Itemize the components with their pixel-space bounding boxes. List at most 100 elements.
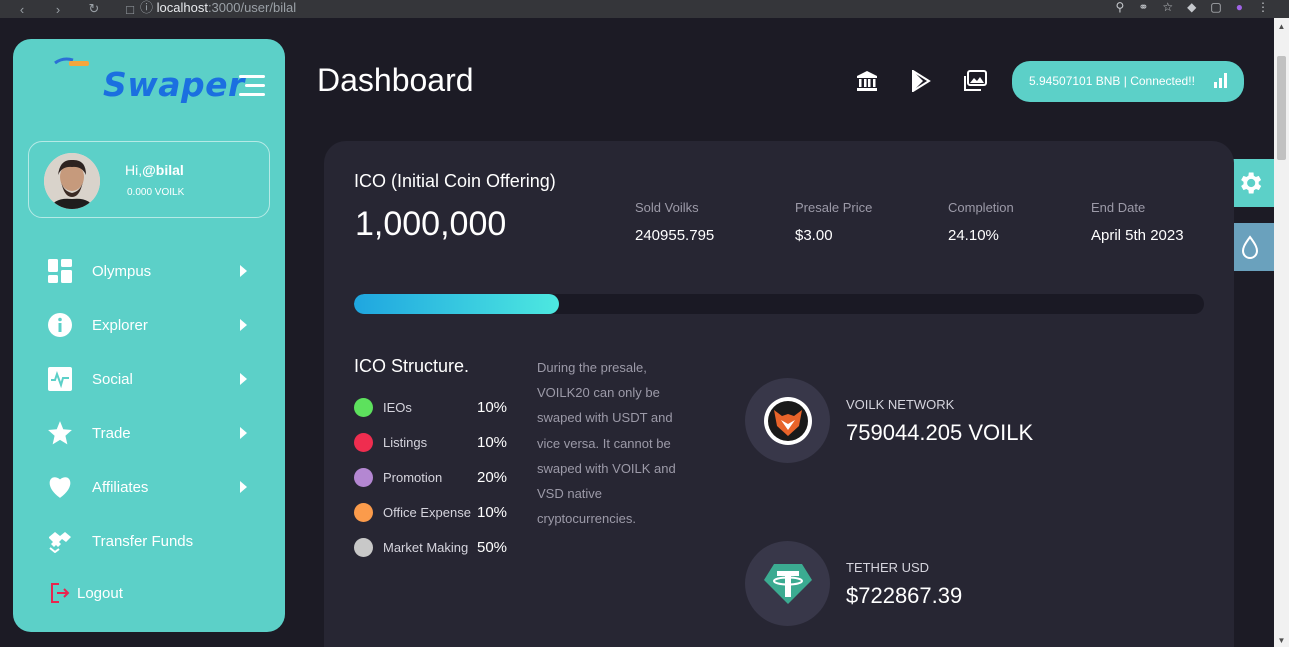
forward-arrow-icon[interactable]: ›	[44, 2, 72, 17]
handshake-icon	[47, 528, 73, 554]
legend-dot	[354, 433, 373, 452]
sidebar-item-olympus[interactable]: Olympus	[13, 244, 285, 298]
sidebar-item-explorer[interactable]: Explorer	[13, 298, 285, 352]
gear-icon	[1241, 172, 1262, 194]
legend-dot	[354, 468, 373, 487]
stat-sold-voilks: Sold Voilks 240955.795	[635, 200, 714, 244]
browser-extensions: ⚲ ⚭ ☆ ◆ ▢ ● ⋮	[1116, 0, 1269, 14]
back-arrow-icon[interactable]: ‹	[8, 2, 36, 17]
structure-name: Office Expense	[383, 505, 471, 520]
profile-icon[interactable]: ●	[1236, 0, 1243, 14]
structure-list: IEOs 10% Listings 10% Promotion 20% Offi…	[354, 398, 509, 573]
sidebar-item-affiliates[interactable]: Affiliates	[13, 460, 285, 514]
stat-label: Completion	[948, 200, 1014, 215]
key-icon[interactable]: ⚲	[1116, 0, 1125, 14]
stat-value: 240955.795	[635, 227, 715, 244]
list-item: Promotion 20%	[354, 468, 509, 503]
info-icon	[47, 312, 73, 338]
stat-presale-price: Presale Price $3.00	[795, 200, 872, 244]
gallery-icon[interactable]	[964, 70, 987, 92]
stat-completion: Completion 24.10%	[948, 200, 1014, 244]
chevron-right-icon	[240, 373, 247, 385]
activity-wave-icon	[47, 366, 73, 392]
structure-name: Promotion	[383, 470, 443, 485]
stat-end-date: End Date April 5th 2023	[1091, 200, 1184, 244]
address-bar[interactable]: ⓘ localhost:3000/user/bilal	[140, 0, 1040, 15]
signal-bars-icon	[1214, 73, 1227, 88]
wallet-status: 5.94507101 BNB | Connected!!	[1029, 74, 1195, 88]
legend-dot	[354, 398, 373, 417]
structure-pct: 50%	[477, 539, 508, 556]
logo-wing-icon	[54, 57, 89, 66]
avatar	[44, 153, 100, 209]
scroll-down-icon[interactable]: ▼	[1274, 636, 1289, 645]
play-store-icon[interactable]	[910, 69, 932, 93]
water-drop-icon	[1241, 235, 1259, 259]
logout-button[interactable]: Logout	[49, 582, 123, 604]
chevron-right-icon	[240, 265, 247, 277]
chevron-right-icon	[240, 481, 247, 493]
share-icon[interactable]: ⚭	[1138, 0, 1148, 14]
sidebar-item-label: Olympus	[92, 262, 152, 280]
logo-text: Swaper	[103, 65, 245, 104]
structure-pct: 10%	[477, 399, 508, 416]
scroll-thumb[interactable]	[1277, 56, 1286, 160]
list-item: Office Expense 10%	[354, 503, 509, 538]
window-icon[interactable]: ▢	[1210, 0, 1221, 14]
sidebar-item-label: Social	[92, 370, 133, 388]
sidebar-item-social[interactable]: Social	[13, 352, 285, 406]
structure-pct: 10%	[477, 434, 508, 451]
structure-name: IEOs	[383, 400, 412, 415]
ico-total: 1,000,000	[355, 205, 507, 243]
sidebar-item-label: Transfer Funds	[92, 532, 194, 550]
stat-label: End Date	[1091, 200, 1146, 215]
structure-pct: 10%	[477, 504, 508, 521]
list-item: Listings 10%	[354, 433, 509, 468]
bank-icon[interactable]	[856, 70, 878, 92]
stat-value: $3.00	[795, 227, 833, 244]
heart-icon	[47, 474, 73, 500]
page-title: Dashboard	[317, 62, 474, 98]
menu-toggle-icon[interactable]	[239, 75, 265, 97]
sidebar-item-trade[interactable]: Trade	[13, 406, 285, 460]
chevron-right-icon	[240, 319, 247, 331]
structure-pct: 20%	[477, 469, 508, 486]
token-name: VOILK NETWORK	[846, 397, 955, 412]
star-icon	[47, 420, 73, 446]
legend-dot	[354, 503, 373, 522]
scroll-up-icon[interactable]: ▲	[1274, 22, 1289, 31]
logout-label: Logout	[77, 584, 123, 602]
greeting: Hi,@bilal	[125, 162, 184, 178]
sidebar-item-label: Affiliates	[92, 478, 149, 496]
ico-progress-bar	[354, 294, 1204, 314]
sidebar: Swaper Hi,@bilal 0.000 VOILK Olympus Exp…	[13, 39, 285, 632]
wallet-connect-button[interactable]: 5.94507101 BNB | Connected!!	[1012, 61, 1244, 102]
puzzle-icon[interactable]: ◆	[1187, 0, 1196, 14]
stat-value: April 5th 2023	[1091, 227, 1184, 244]
stat-label: Presale Price	[795, 200, 873, 215]
user-balance: 0.000 VOILK	[127, 187, 185, 198]
more-vert-icon[interactable]: ⋮	[1257, 0, 1269, 14]
ico-progress-fill	[354, 294, 559, 314]
ico-card: ICO (Initial Coin Offering) 1,000,000 So…	[324, 141, 1234, 647]
bookmark-star-icon[interactable]: ☆	[1162, 0, 1173, 14]
user-profile-card[interactable]: Hi,@bilal 0.000 VOILK	[28, 141, 270, 218]
browser-toolbar: ‹ › ↻ □ ⓘ localhost:3000/user/bilal ⚲ ⚭ …	[0, 0, 1289, 18]
structure-name: Market Making	[383, 540, 469, 555]
chevron-right-icon	[240, 427, 247, 439]
sidebar-item-transfer-funds[interactable]: Transfer Funds	[13, 514, 285, 568]
logo[interactable]: Swaper	[51, 53, 244, 109]
sidebar-menu: Olympus Explorer Social Trade Affiliates…	[13, 244, 285, 568]
tether-icon	[745, 541, 830, 626]
voilk-fox-icon	[745, 378, 830, 463]
sidebar-item-label: Trade	[92, 424, 131, 442]
token-value: $722867.39	[846, 583, 963, 608]
reload-icon[interactable]: ↻	[80, 1, 108, 17]
stat-label: Sold Voilks	[635, 200, 699, 215]
token-name: TETHER USD	[846, 560, 930, 575]
sidebar-item-label: Explorer	[92, 316, 148, 334]
list-item: IEOs 10%	[354, 398, 509, 433]
stat-value: 24.10%	[948, 227, 999, 244]
list-item: Market Making 50%	[354, 538, 509, 573]
page-scrollbar[interactable]: ▲ ▼	[1274, 18, 1289, 647]
